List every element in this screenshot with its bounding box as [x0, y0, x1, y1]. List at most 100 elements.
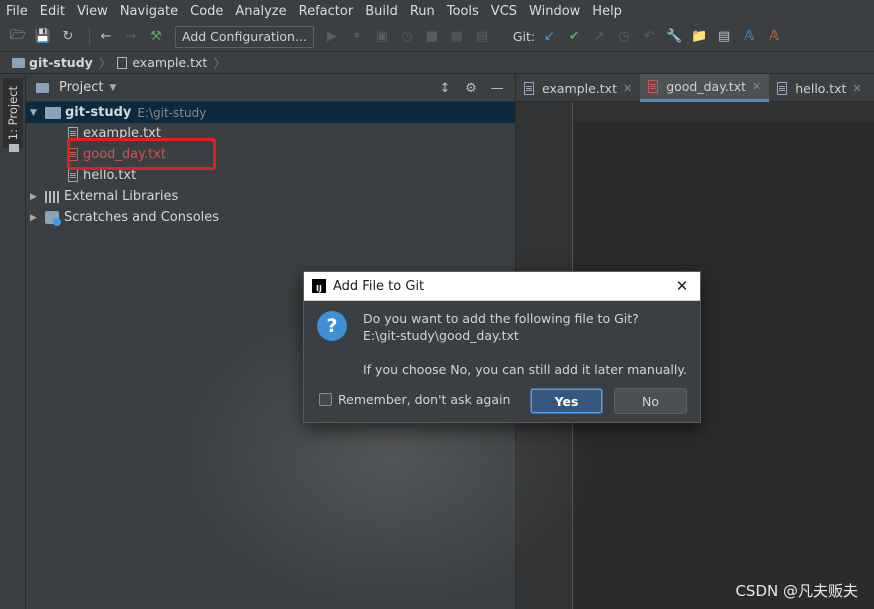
- text-file-icon: [777, 81, 788, 95]
- remember-checkbox-label: Remember, don't ask again: [338, 392, 511, 407]
- project-view-icon: [36, 82, 49, 93]
- text-file-icon: [68, 169, 78, 182]
- expand-arrow-icon[interactable]: ▼: [30, 108, 42, 118]
- run-icon[interactable]: ▶: [322, 27, 342, 47]
- translate-alt-icon[interactable]: 𝔸: [764, 27, 784, 47]
- coverage-icon[interactable]: ▣: [372, 27, 392, 47]
- project-panel-header: Project ▼ ↕ ⚙ —: [26, 74, 515, 102]
- close-icon[interactable]: ✕: [672, 276, 692, 296]
- close-icon[interactable]: ✕: [752, 80, 761, 93]
- remember-checkbox[interactable]: [319, 393, 332, 406]
- menu-view[interactable]: View: [77, 4, 108, 19]
- add-configuration-button[interactable]: Add Configuration...: [175, 25, 314, 48]
- gear-icon[interactable]: ⚙: [461, 78, 481, 98]
- profile-icon[interactable]: ◷: [397, 27, 417, 47]
- build-hammer-icon[interactable]: ⚒: [146, 27, 166, 47]
- dialog-title: Add File to Git: [333, 278, 425, 294]
- dialog-titlebar: IJ Add File to Git ✕: [304, 272, 700, 301]
- tab-good-day[interactable]: good_day.txt ✕: [640, 74, 770, 102]
- translate-icon[interactable]: 𝔸: [739, 27, 759, 47]
- remember-checkbox-row[interactable]: Remember, don't ask again: [319, 392, 510, 407]
- tree-file-label: hello.txt: [83, 168, 137, 183]
- menu-help[interactable]: Help: [592, 4, 622, 19]
- breadcrumb-file[interactable]: example.txt: [117, 55, 207, 70]
- settings-wrench-icon[interactable]: 🔧: [664, 27, 684, 47]
- menu-file[interactable]: File: [6, 4, 28, 19]
- menu-edit[interactable]: Edit: [40, 4, 65, 19]
- chevron-down-icon[interactable]: ▼: [109, 83, 116, 93]
- expand-arrow-icon[interactable]: ▶: [30, 192, 42, 202]
- tab-label: example.txt: [542, 80, 617, 96]
- close-icon[interactable]: ✕: [623, 82, 632, 95]
- project-tool-tab-label: 1: Project: [6, 85, 20, 141]
- menu-run[interactable]: Run: [410, 4, 435, 19]
- close-icon[interactable]: ✕: [852, 82, 861, 95]
- layout-icon[interactable]: ▦: [447, 27, 467, 47]
- tree-scratches-label: Scratches and Consoles: [64, 210, 220, 225]
- project-panel-title[interactable]: Project: [59, 80, 103, 95]
- stop-icon[interactable]: ■: [422, 27, 442, 47]
- editor-tabbar: example.txt ✕ good_day.txt ✕ hello.txt ✕: [516, 74, 874, 102]
- git-history-icon[interactable]: ◷: [614, 27, 634, 47]
- forward-arrow-icon[interactable]: →: [121, 27, 141, 47]
- watermark: CSDN @凡夫贩夫: [735, 582, 858, 600]
- git-push-icon[interactable]: ↗: [589, 27, 609, 47]
- menu-window[interactable]: Window: [529, 4, 580, 19]
- tree-root-name: git-study: [65, 105, 132, 120]
- menu-analyze[interactable]: Analyze: [235, 4, 286, 19]
- project-structure-icon[interactable]: 📁: [689, 27, 709, 47]
- add-file-to-git-dialog: IJ Add File to Git ✕ ? Do you want to ad…: [303, 271, 701, 423]
- git-label: Git:: [512, 29, 536, 44]
- expand-arrow-icon[interactable]: ▶: [30, 213, 42, 223]
- menu-navigate[interactable]: Navigate: [120, 4, 178, 19]
- tab-example[interactable]: example.txt ✕: [516, 74, 640, 102]
- scratches-icon: [45, 211, 61, 226]
- menu-vcs[interactable]: VCS: [491, 4, 517, 19]
- folder-icon: [45, 106, 61, 119]
- open-folder-icon[interactable]: 🗁: [8, 27, 28, 47]
- tab-hello[interactable]: hello.txt ✕: [769, 74, 869, 102]
- tree-root[interactable]: ▼ git-study E:\git-study: [26, 102, 515, 123]
- intellij-logo-icon: IJ: [312, 279, 326, 293]
- chevron-right-icon: 〉: [98, 56, 112, 71]
- vcs-operations-icon[interactable]: ▤: [714, 27, 734, 47]
- text-file-icon: [648, 80, 659, 93]
- folder-icon: [12, 57, 25, 68]
- menu-bar: File Edit View Navigate Code Analyze Ref…: [0, 0, 874, 22]
- annotation-highlight-box: [67, 138, 216, 170]
- breadcrumb-project[interactable]: git-study: [12, 55, 93, 70]
- tree-scratches[interactable]: ▶ Scratches and Consoles: [26, 207, 219, 228]
- yes-button[interactable]: Yes: [530, 388, 603, 414]
- save-icon[interactable]: 💾: [33, 27, 53, 47]
- hide-panel-icon[interactable]: —: [487, 78, 507, 98]
- back-arrow-icon[interactable]: ←: [96, 27, 116, 47]
- dialog-file-path: E:\git-study\good_day.txt: [363, 328, 519, 343]
- git-commit-icon[interactable]: ✔: [564, 27, 584, 47]
- file-icon: [117, 56, 128, 69]
- menu-refactor[interactable]: Refactor: [299, 4, 354, 19]
- menu-code[interactable]: Code: [190, 4, 223, 19]
- tree-external-libraries[interactable]: ▶ External Libraries: [26, 186, 178, 207]
- collapse-all-icon[interactable]: ↕: [435, 78, 455, 98]
- tree-root-path: E:\git-study: [137, 105, 207, 120]
- toolbar-divider: [89, 27, 90, 46]
- project-tool-tab[interactable]: 1: Project: [3, 78, 23, 148]
- sync-icon[interactable]: ↻: [58, 27, 78, 47]
- breadcrumb-file-label: example.txt: [132, 55, 208, 70]
- tab-label: good_day.txt: [666, 79, 747, 94]
- folder-icon: [9, 144, 19, 152]
- tree-external-libraries-label: External Libraries: [64, 189, 179, 204]
- git-update-icon[interactable]: ↙: [539, 27, 559, 47]
- breadcrumb: git-study 〉 example.txt 〉: [0, 52, 874, 74]
- dialog-note: If you choose No, you can still add it l…: [363, 362, 687, 377]
- question-icon: ?: [317, 311, 347, 341]
- no-button[interactable]: No: [614, 388, 687, 414]
- debug-icon[interactable]: ✶: [347, 27, 367, 47]
- library-icon: [45, 190, 59, 203]
- chevron-right-icon: 〉: [213, 56, 226, 71]
- menu-tools[interactable]: Tools: [447, 4, 479, 19]
- text-file-icon: [524, 81, 534, 95]
- structure-icon[interactable]: ▤: [472, 27, 492, 47]
- git-rollback-icon[interactable]: ↶: [639, 27, 659, 47]
- menu-build[interactable]: Build: [365, 4, 398, 19]
